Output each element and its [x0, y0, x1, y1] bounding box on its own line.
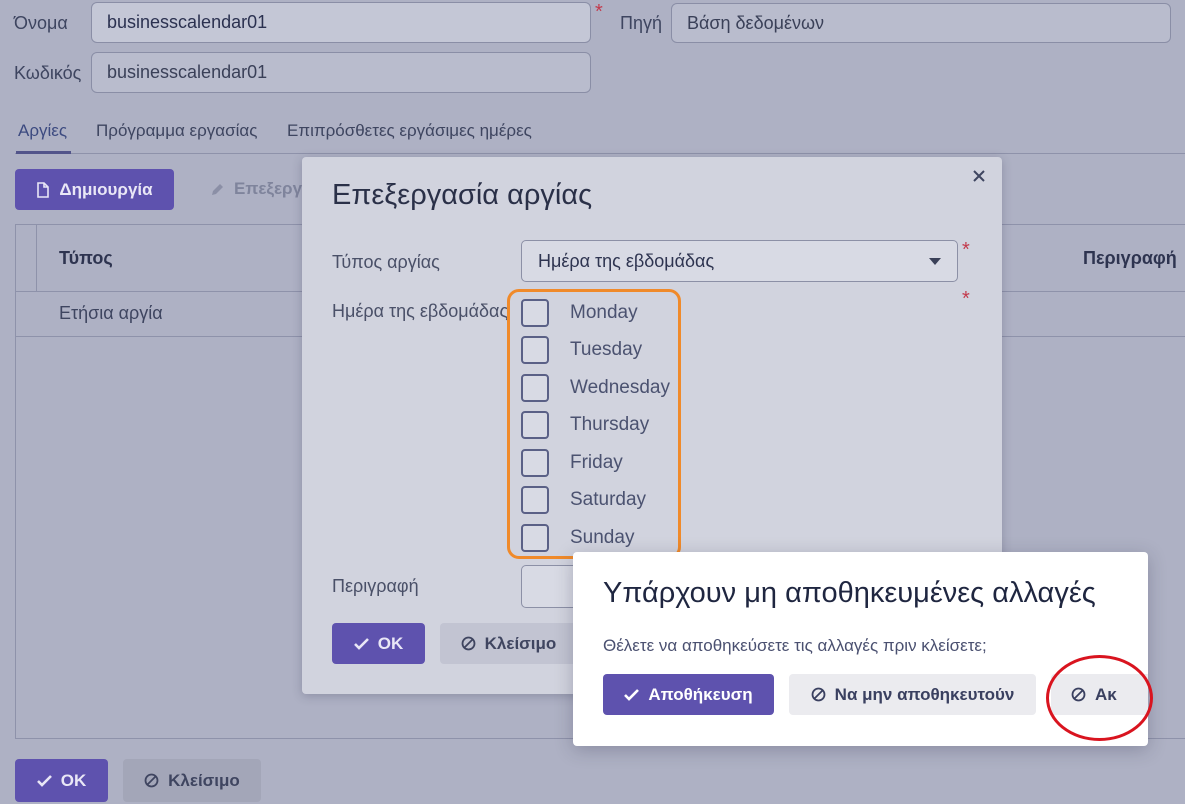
check-icon	[353, 637, 369, 650]
description-label: Περιγραφή	[332, 576, 419, 596]
footer-close-label: Κλείσιμο	[168, 770, 240, 790]
cancel-circle-icon	[461, 636, 476, 651]
active-tab-indicator	[16, 151, 71, 154]
table-selector-column	[36, 225, 37, 291]
pencil-icon	[210, 182, 225, 197]
row-type-cell: Ετήσια αργία	[59, 303, 163, 323]
dont-save-button[interactable]: Να μην αποθηκευτούν	[789, 674, 1036, 715]
holiday-type-select[interactable]: Ημέρα της εβδομάδας	[521, 240, 958, 282]
column-header-description[interactable]: Περιγραφή	[1083, 248, 1177, 269]
name-label: Όνομα	[14, 13, 68, 33]
source-label: Πηγή	[620, 13, 663, 33]
holiday-type-required-mark: *	[962, 239, 970, 261]
weekday-label: Ημέρα της εβδομάδας	[332, 301, 509, 321]
name-required-mark: *	[595, 1, 603, 23]
edit-button[interactable]: Επεξεργ	[210, 179, 302, 199]
holiday-type-label: Τύπος αργίας	[332, 252, 440, 272]
tab-holidays[interactable]: Αργίες	[18, 121, 67, 141]
close-icon[interactable]	[972, 169, 986, 188]
save-button[interactable]: Αποθήκευση	[603, 674, 774, 715]
dialog-title: Επεξεργασία αργίας	[332, 179, 593, 211]
dialog-close-label: Κλείσιμο	[484, 633, 557, 653]
footer-ok-button[interactable]: OK	[15, 759, 108, 802]
cancel-circle-icon	[811, 687, 826, 702]
edit-label: Επεξεργ	[234, 179, 303, 198]
footer-ok-label: OK	[60, 770, 87, 790]
tabs-divider	[15, 153, 1185, 154]
dont-save-label: Να μην αποθηκευτούν	[834, 684, 1015, 704]
name-input[interactable]: businesscalendar01	[91, 2, 591, 43]
tab-additional-workdays[interactable]: Επιπρόσθετες εργάσιμες ημέρες	[287, 121, 532, 141]
footer-close-button[interactable]: Κλείσιμο	[123, 759, 261, 802]
weekday-required-mark: *	[962, 288, 970, 310]
create-button[interactable]: Δημιουργία	[15, 169, 174, 210]
holiday-type-value: Ημέρα της εβδομάδας	[538, 250, 715, 271]
tab-work-schedule[interactable]: Πρόγραμμα εργασίας	[96, 121, 257, 141]
document-icon	[36, 181, 50, 198]
check-icon	[624, 688, 640, 701]
popup-message: Θέλετε να αποθηκεύσετε τις αλλαγές πριν …	[603, 636, 987, 655]
cancel-circle-icon	[144, 773, 159, 788]
code-field: businesscalendar01	[91, 52, 591, 93]
dialog-close-button[interactable]: Κλείσιμο	[440, 623, 577, 664]
dialog-ok-label: OK	[377, 633, 404, 653]
column-header-type[interactable]: Τύπος	[59, 248, 113, 269]
caret-down-icon	[929, 257, 941, 265]
cancel-highlight-annotation	[1046, 655, 1153, 741]
check-icon	[36, 774, 52, 787]
create-label: Δημιουργία	[59, 179, 153, 199]
source-field: Βάση δεδομένων	[671, 3, 1171, 43]
save-label: Αποθήκευση	[648, 684, 753, 704]
code-label: Κωδικός	[14, 63, 82, 83]
popup-title: Υπάρχουν μη αποθηκευμένες αλλαγές	[603, 577, 1096, 609]
weekday-highlight-annotation	[507, 289, 681, 559]
dialog-ok-button[interactable]: OK	[332, 623, 425, 664]
